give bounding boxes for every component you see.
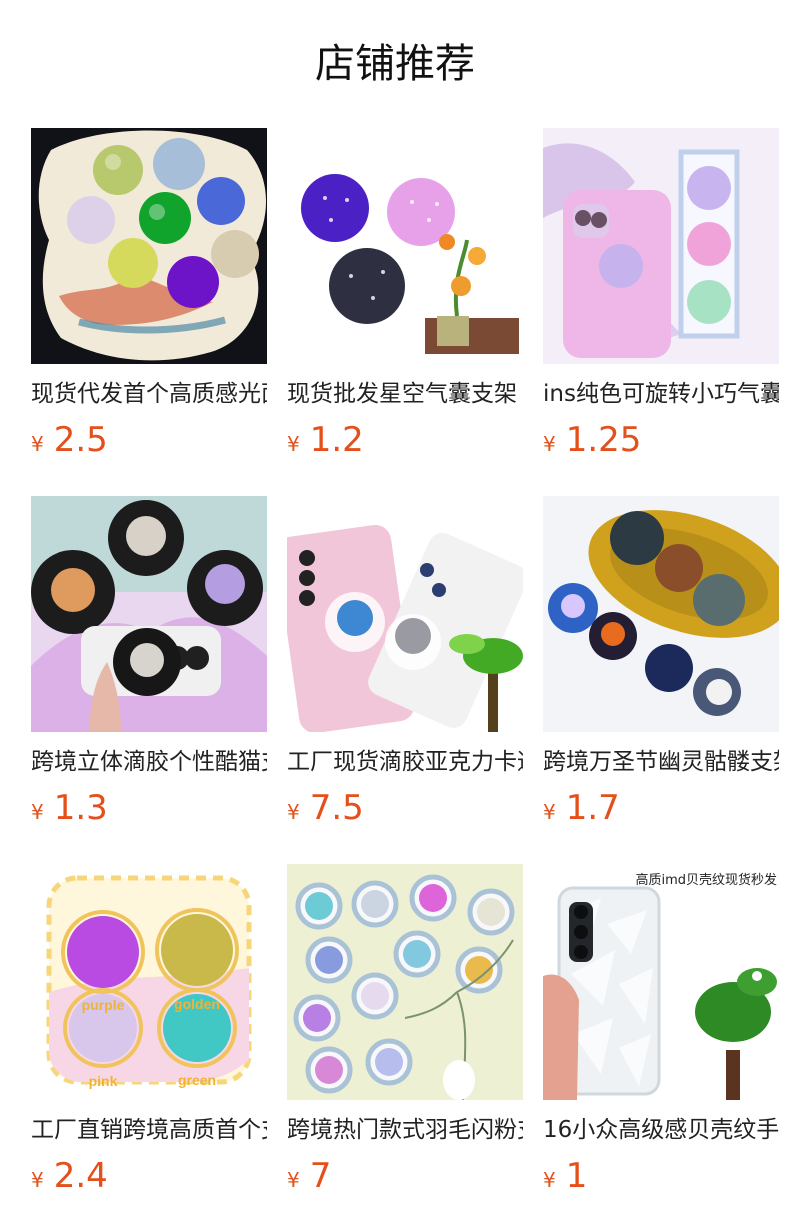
product-name[interactable]: 现货代发首个高质感光面滴胶支架	[31, 376, 267, 412]
page-title: 店铺推荐	[315, 41, 475, 87]
product-name[interactable]: 跨境热门款式羽毛闪粉支架	[287, 1112, 523, 1148]
currency-symbol: ¥	[287, 432, 300, 456]
feather-glitter-grips-grid-icon	[287, 864, 523, 1100]
product-image[interactable]	[287, 128, 523, 364]
product-image[interactable]	[31, 128, 267, 364]
shell-image-banner-text: 高质imd贝壳纹现货秒发	[635, 872, 777, 888]
price-value: 2.5	[53, 420, 108, 460]
product-card[interactable]: 跨境热门款式羽毛闪粉支架 ¥7	[287, 864, 523, 1204]
product-price: ¥2.4	[31, 1154, 108, 1198]
price-value: 2.4	[53, 1156, 108, 1196]
glitter-grips-icon	[287, 128, 523, 364]
currency-symbol: ¥	[543, 432, 556, 456]
feather-grips-color-set-icon: purple golden pink green	[31, 864, 267, 1100]
product-price: ¥1.3	[31, 786, 108, 830]
halloween-grips-icon	[543, 496, 779, 732]
shop-recommendation-page: 店铺推荐 现货代发首个高质感光 ¥ 2.5 现货批发星空气囊支架 ¥ 1.2 i…	[0, 0, 790, 1232]
currency-symbol: ¥	[31, 800, 44, 824]
product-price: ¥7.5	[287, 786, 364, 830]
product-name[interactable]: 工厂现货滴胶亚克力卡通支架	[287, 744, 523, 780]
product-price: ¥1.25	[543, 418, 641, 462]
currency-symbol: ¥	[31, 1168, 44, 1192]
product-price: ¥7	[287, 1154, 331, 1198]
product-image[interactable]	[543, 496, 779, 732]
currency-symbol: ¥	[287, 800, 300, 824]
product-card[interactable]: 工厂现货滴胶亚克力卡通支架 ¥7.5	[287, 496, 523, 836]
currency-symbol: ¥	[31, 432, 44, 456]
product-price: ¥1	[543, 1154, 587, 1198]
product-card[interactable]: 跨境立体滴胶个性酷猫支架 ¥1.3	[31, 496, 267, 836]
product-image[interactable]	[31, 496, 267, 732]
product-name[interactable]: 现货批发星空气囊支架	[287, 376, 523, 412]
currency-symbol: ¥	[287, 1168, 300, 1192]
product-image[interactable]: 高质imd贝壳纹现货秒发	[543, 864, 779, 1100]
purple-image-label: purple	[82, 997, 125, 1013]
price-value: 7.5	[309, 788, 364, 828]
purple-marble-grips-icon	[31, 128, 267, 364]
product-image[interactable]: purple golden pink green	[31, 864, 267, 1100]
product-price: ¥1.7	[543, 786, 620, 830]
price-value: 7	[309, 1156, 332, 1196]
product-image[interactable]	[543, 128, 779, 364]
price-value: 1.7	[565, 788, 620, 828]
product-image[interactable]	[287, 864, 523, 1100]
currency-symbol: ¥	[543, 1168, 556, 1192]
product-name[interactable]: 跨境立体滴胶个性酷猫支架	[31, 744, 267, 780]
product-name[interactable]: 16小众高级感贝壳纹手机壳	[543, 1112, 779, 1148]
cat-grips-icon	[31, 496, 267, 732]
product-card[interactable]: purple golden pink green 工厂直销跨境高质首个支架 ¥2…	[31, 864, 267, 1204]
product-name[interactable]: 跨境万圣节幽灵骷髅支架	[543, 744, 779, 780]
pastel-grips-icon	[543, 128, 779, 364]
product-card[interactable]: 现货批发星空气囊支架 ¥1.2	[287, 128, 523, 468]
product-card[interactable]: ins纯色可旋转小巧气囊支架 ¥1.25	[543, 128, 779, 468]
product-name[interactable]: 工厂直销跨境高质首个支架	[31, 1112, 267, 1148]
currency-symbol: ¥	[543, 800, 556, 824]
product-price: ¥2.5	[31, 418, 108, 462]
product-image[interactable]	[287, 496, 523, 732]
product-price: ¥1.2	[287, 418, 364, 462]
product-name[interactable]: ins纯色可旋转小巧气囊支架	[543, 376, 779, 412]
shell-pattern-phone-case-icon: 高质imd贝壳纹现货秒发	[543, 864, 779, 1100]
product-card[interactable]: 高质imd贝壳纹现货秒发 16小众高级感贝壳纹手 ¥ 1	[543, 864, 779, 1204]
price-value: 1	[565, 1156, 588, 1196]
price-value: 1.25	[565, 420, 642, 460]
pink-image-label: pink	[89, 1073, 118, 1089]
product-card[interactable]: 跨境万圣节幽灵骷髅支架 ¥1.7	[543, 496, 779, 836]
cartoon-grip-phones-icon	[287, 496, 523, 732]
price-value: 1.3	[53, 788, 108, 828]
price-value: 1.2	[309, 420, 364, 460]
green-image-label: green	[178, 1072, 216, 1088]
golden-image-label: golden	[174, 996, 220, 1012]
product-card[interactable]: 现货代发首个高质感光面滴胶支架 ¥2.5	[31, 128, 267, 468]
